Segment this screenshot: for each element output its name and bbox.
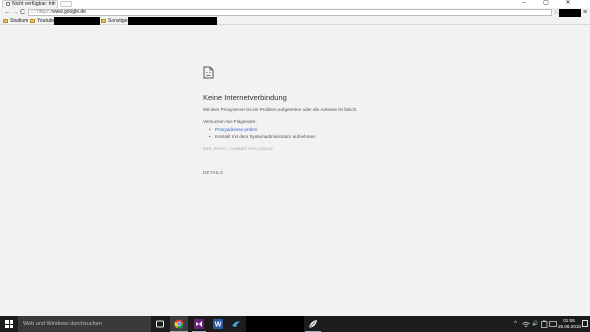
minimize-button[interactable]: – <box>517 0 531 7</box>
bookmark-sonstiges[interactable]: Sonstiges <box>101 17 130 25</box>
bookmark-studium[interactable]: Studium <box>3 17 28 25</box>
details-button[interactable]: DETAILS <box>203 170 223 176</box>
forward-button[interactable]: → <box>12 8 19 17</box>
app-icon[interactable] <box>231 319 241 329</box>
back-button[interactable]: ← <box>4 8 11 17</box>
browser-titlebar: Nicht verfügbar: htt × – ▢ ✕ <box>0 0 590 8</box>
tab-title: Nicht verfügbar: htt <box>12 1 55 7</box>
windows-start-icon[interactable] <box>5 320 13 328</box>
folder-icon <box>101 19 106 23</box>
word-icon[interactable]: W <box>213 319 223 329</box>
maximize-button[interactable]: ▢ <box>539 0 553 7</box>
battery-icon[interactable] <box>541 320 548 328</box>
notification-center-icon[interactable] <box>582 320 588 327</box>
browser-toolbar: ← → C ▭ https://www.google.de ☆ ≡ <box>0 8 590 17</box>
bookmarks-bar: Studium Youtube Sonstiges <box>0 17 590 25</box>
page-info-icon[interactable]: ▭ <box>31 10 36 15</box>
search-placeholder: Web und Windows durchsuchen <box>23 321 102 327</box>
browser-tab[interactable]: Nicht verfügbar: htt × <box>2 0 58 8</box>
task-view-icon[interactable] <box>155 319 165 329</box>
bookmark-youtube[interactable]: Youtube <box>30 17 55 25</box>
leaf-app-icon[interactable] <box>308 319 318 329</box>
redacted-bookmark <box>54 17 100 25</box>
error-code: ERR_PROXY_CONNECTION_FAILED <box>203 146 273 151</box>
new-tab-button[interactable] <box>60 1 72 7</box>
address-bar[interactable]: ▭ https://www.google.de <box>28 9 552 16</box>
sad-document-icon <box>203 66 214 79</box>
taskbar: Web und Windows durchsuchen W ^ 🔊 01:06 … <box>0 316 590 332</box>
tray-chevron-icon[interactable]: ^ <box>514 316 517 332</box>
chrome-icon[interactable] <box>174 319 184 329</box>
svg-text:W: W <box>215 322 222 329</box>
folder-icon <box>30 19 35 23</box>
page-icon <box>6 2 10 6</box>
suggestions-list: Proxyadresse prüfen Kontakt mit dem Syst… <box>209 126 316 140</box>
network-icon[interactable] <box>522 320 530 328</box>
address-url: https://www.google.de <box>37 9 86 15</box>
taskbar-clock[interactable]: 01:06 25.06.2016 <box>558 318 581 330</box>
volume-icon[interactable]: 🔊 <box>532 316 538 332</box>
clock-date: 25.06.2016 <box>558 324 581 329</box>
error-title: Keine Internetverbindung <box>203 93 287 102</box>
reload-button[interactable]: C <box>20 8 25 17</box>
check-proxy-link[interactable]: Proxyadresse prüfen <box>209 126 316 133</box>
redacted-bookmark <box>128 17 217 25</box>
window-close-button[interactable]: ✕ <box>561 0 575 7</box>
redacted-extension <box>559 9 581 17</box>
keyboard-icon[interactable] <box>549 320 557 328</box>
error-page: Keine Internetverbindung Mit dem Proxyse… <box>0 26 590 316</box>
folder-icon <box>3 19 8 23</box>
list-item: Kontakt mit dem Systemadministrator aufn… <box>209 133 316 140</box>
suggestions-heading: Versuchen Sie Folgendes: <box>203 119 257 124</box>
close-tab-icon[interactable]: × <box>53 1 56 8</box>
error-description: Mit dem Proxyserver ist ein Problem aufg… <box>203 107 358 112</box>
chrome-menu-icon[interactable]: ≡ <box>583 8 587 17</box>
taskbar-search-box[interactable]: Web und Windows durchsuchen <box>18 316 151 332</box>
visual-studio-icon[interactable] <box>194 319 204 329</box>
redacted-app <box>246 316 304 332</box>
